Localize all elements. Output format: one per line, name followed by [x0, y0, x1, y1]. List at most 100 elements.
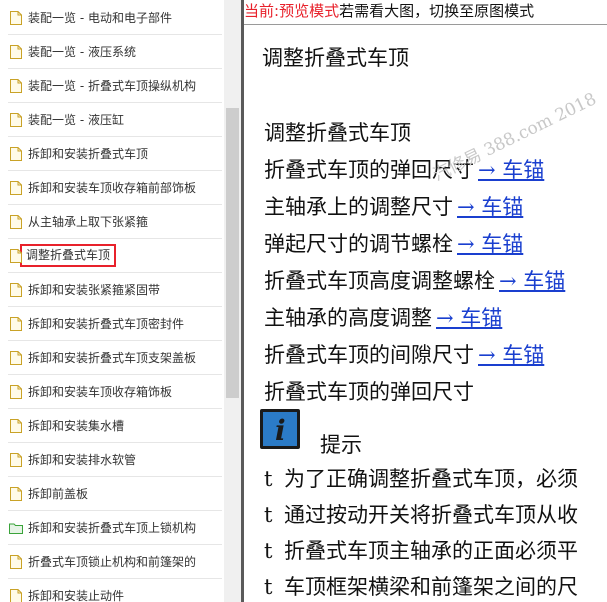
sidebar-item[interactable]: 拆卸和安装止动件 — [8, 579, 222, 602]
sidebar-item[interactable]: 拆卸和安装车顶收存箱前部饰板 — [8, 171, 222, 205]
document-icon — [10, 317, 22, 331]
document-icon — [10, 181, 22, 195]
document-line: 主轴承的高度调整 → 车锚 — [264, 302, 502, 332]
sidebar-item[interactable]: 折叠式车顶锁止机构和前篷架的 — [8, 545, 222, 579]
document-line: 折叠式车顶的弹回尺寸 — [264, 376, 474, 406]
document-icon — [10, 555, 22, 569]
document-line: 折叠式车顶高度调整螺栓 → 车锚 — [264, 265, 565, 295]
tip-bullet: t — [264, 575, 273, 599]
document-icon — [10, 419, 22, 433]
sidebar-item[interactable]: 装配一览 - 液压缸 — [8, 103, 222, 137]
tip-line: t 车顶框架横梁和前篷架之间的尺 — [264, 571, 578, 601]
tip-label: 提示 — [320, 433, 362, 457]
document-icon — [10, 45, 22, 59]
document-line: 弹起尺寸的调节螺栓 → 车锚 — [264, 228, 523, 258]
sidebar-item[interactable]: 拆卸和安装折叠式车顶 — [8, 137, 222, 171]
document-icon — [10, 79, 22, 93]
sidebar-item-label: 从主轴承上取下张紧箍 — [28, 214, 149, 229]
info-icon: i — [260, 409, 300, 449]
document-line-text: 弹起尺寸的调节螺栓 — [264, 232, 453, 256]
tip-text: 折叠式车顶主轴承的正面必须平 — [284, 539, 578, 563]
tip-line: t 折叠式车顶主轴承的正面必须平 — [264, 535, 578, 565]
document-icon — [10, 385, 22, 399]
sidebar-item[interactable]: 拆卸和安装折叠式车顶支架盖板 — [8, 341, 222, 375]
sidebar-item-label: 拆卸和安装车顶收存箱饰板 — [28, 384, 173, 399]
sidebar-item-label: 拆卸和安装排水软管 — [28, 452, 137, 467]
sidebar-item[interactable]: 拆卸和安装折叠式车顶上锁机构 — [8, 511, 222, 545]
mode-prefix: 当前: — [244, 2, 280, 20]
document-icon — [10, 215, 22, 229]
anchor-link[interactable]: → 车锚 — [499, 269, 565, 293]
sidebar-item-label: 拆卸和安装张紧箍紧固带 — [28, 282, 161, 297]
document-preview: 调整折叠式车顶 调整折叠式车顶 折叠式车顶的弹回尺寸 → 车锚 主轴承上的调整尺寸 → … — [244, 24, 607, 602]
sidebar-item[interactable]: 拆卸前盖板 — [8, 477, 222, 511]
sidebar-tree: 装配一览 - 电动和电子部件 装配一览 - 液压系统装配一览 - 折叠式车顶操纵机… — [0, 0, 224, 602]
sidebar-item-label: 装配一览 - 液压系统 — [28, 44, 136, 59]
sidebar-item-label: 拆卸和安装折叠式车顶密封件 — [28, 316, 185, 331]
sidebar-item[interactable]: 装配一览 - 折叠式车顶操纵机构 — [8, 69, 222, 103]
sidebar-item[interactable]: 装配一览 - 电动和电子部件 — [8, 1, 222, 35]
tip-text: 为了正确调整折叠式车顶，必须 — [284, 467, 578, 491]
document-line-text: 折叠式车顶高度调整螺栓 — [264, 269, 495, 293]
sidebar-item-label: 装配一览 - 电动和电子部件 — [28, 10, 172, 25]
sidebar-item-label: 折叠式车顶锁止机构和前篷架的 — [28, 554, 197, 569]
anchor-link[interactable]: → 车锚 — [478, 158, 544, 182]
anchor-link[interactable]: → 车锚 — [457, 232, 523, 256]
tip-text: 车顶框架横梁和前篷架之间的尺 — [284, 575, 578, 599]
sidebar-item-label: 拆卸和安装集水槽 — [28, 418, 125, 433]
scrollbar-thumb[interactable] — [226, 108, 239, 398]
sidebar-item[interactable]: 调整折叠式车顶 — [8, 239, 222, 273]
document-line-text: 折叠式车顶的弹回尺寸 — [264, 158, 474, 182]
sidebar-item-label: 装配一览 - 折叠式车顶操纵机构 — [28, 78, 196, 93]
document-icon — [10, 351, 22, 365]
document-icon — [10, 147, 22, 161]
document-icon — [10, 249, 22, 263]
anchor-link[interactable]: → 车锚 — [457, 195, 523, 219]
document-line-text: 调整折叠式车顶 — [264, 121, 411, 145]
tip-line: t 为了正确调整折叠式车顶，必须 — [264, 463, 578, 493]
anchor-link[interactable]: → 车锚 — [436, 306, 502, 330]
sidebar-item[interactable]: 拆卸和安装张紧箍紧固带 — [8, 273, 222, 307]
sidebar-scrollbar[interactable] — [224, 0, 241, 602]
sidebar-item-label: 拆卸和安装折叠式车顶上锁机构 — [28, 520, 197, 535]
sidebar-item[interactable]: 从主轴承上取下张紧箍 — [8, 205, 222, 239]
document-icon — [10, 453, 22, 467]
document-line: 主轴承上的调整尺寸 → 车锚 — [264, 191, 523, 221]
document-icon — [10, 487, 22, 501]
document-icon — [10, 283, 22, 297]
sidebar-item[interactable]: 拆卸和安装折叠式车顶密封件 — [8, 307, 222, 341]
document-icon — [10, 589, 22, 602]
tip-bullet: t — [264, 467, 273, 491]
sidebar-item-label: 拆卸和安装折叠式车顶支架盖板 — [28, 350, 197, 365]
mode-bar: 当前:预览模式若需看大图，切换至原图模式 — [244, 0, 607, 22]
sidebar-item[interactable]: 拆卸和安装车顶收存箱饰板 — [8, 375, 222, 409]
anchor-link[interactable]: → 车锚 — [478, 343, 544, 367]
tip-text: 通过按动开关将折叠式车顶从收 — [284, 503, 578, 527]
document-line-text: 折叠式车顶的间隙尺寸 — [264, 343, 474, 367]
document-line: 折叠式车顶的间隙尺寸 → 车锚 — [264, 339, 544, 369]
switch-to-original-link[interactable]: 若需看大图，切换至原图模式 — [339, 2, 534, 20]
tip-bullet: t — [264, 539, 273, 563]
document-line-text: 主轴承上的调整尺寸 — [264, 195, 453, 219]
document-line-text: 折叠式车顶的弹回尺寸 — [264, 380, 474, 404]
document-icon — [10, 11, 22, 25]
current-mode: 预览模式 — [279, 2, 340, 20]
content-pane: 当前:预览模式若需看大图，切换至原图模式 调整折叠式车顶 调整折叠式车顶折叠式车… — [244, 0, 607, 602]
tip-bullet: t — [264, 503, 273, 527]
document-line: 调整折叠式车顶 — [264, 117, 411, 147]
sidebar-item-label: 装配一览 - 液压缸 — [28, 112, 124, 127]
tip-line: t 通过按动开关将折叠式车顶从收 — [264, 499, 578, 529]
document-title: 调整折叠式车顶 — [262, 46, 409, 70]
document-line: 折叠式车顶的弹回尺寸 → 车锚 — [264, 154, 544, 184]
sidebar-item[interactable]: 装配一览 - 液压系统 — [8, 35, 222, 69]
sidebar-item[interactable]: 拆卸和安装排水软管 — [8, 443, 222, 477]
sidebar-item[interactable]: 拆卸和安装集水槽 — [8, 409, 222, 443]
sidebar-item-label: 调整折叠式车顶 — [20, 244, 117, 267]
document-line-text: 主轴承的高度调整 — [264, 306, 432, 330]
sidebar-item-label: 拆卸前盖板 — [28, 486, 89, 501]
sidebar-item-label: 拆卸和安装车顶收存箱前部饰板 — [28, 180, 197, 195]
sidebar-item-label: 拆卸和安装止动件 — [28, 588, 125, 602]
folder-icon — [9, 521, 23, 535]
sidebar-item-label: 拆卸和安装折叠式车顶 — [28, 146, 149, 161]
document-icon — [10, 113, 22, 127]
